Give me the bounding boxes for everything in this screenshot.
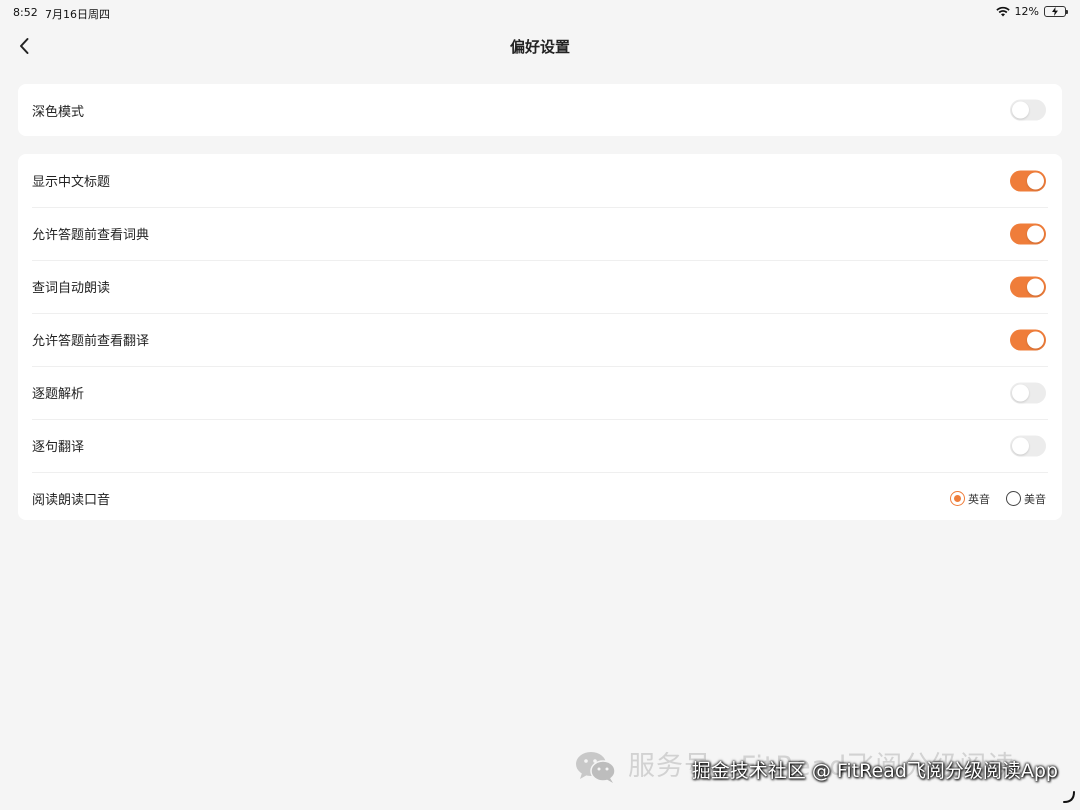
per-sentence-translation-toggle[interactable] — [1010, 435, 1046, 456]
per-question-analysis-toggle[interactable] — [1010, 382, 1046, 403]
setting-label: 逐句翻译 — [32, 440, 85, 455]
translation-before-answer-toggle[interactable] — [1010, 329, 1046, 350]
dark-mode-row: 深色模式 — [18, 84, 1062, 136]
setting-row-reading-accent: 阅读朗读口音 英音 美音 — [18, 472, 1062, 525]
status-bar: 8:52 7月16日周四 12% — [0, 0, 1080, 26]
charging-icon — [1052, 7, 1058, 16]
setting-row-show-chinese-title: 显示中文标题 — [18, 154, 1062, 207]
status-indicators: 12% — [995, 5, 1068, 18]
dictionary-before-answer-toggle[interactable] — [1010, 223, 1046, 244]
accent-option-american[interactable]: 美音 — [1006, 491, 1046, 507]
watermark-text: 服务号 · FitRead飞阅分级阅读 掘金技术社区 @ FitRead飞阅分级… — [628, 744, 1058, 790]
status-date: 7月16日周四 — [45, 8, 110, 21]
setting-label: 阅读朗读口音 — [32, 493, 111, 508]
battery-percent: 12% — [1014, 5, 1039, 18]
setting-label: 逐题解析 — [32, 387, 85, 402]
auto-pronounce-toggle[interactable] — [1010, 276, 1046, 297]
toggle-knob — [1012, 384, 1029, 401]
setting-row-translation-before-answer: 允许答题前查看翻译 — [18, 313, 1062, 366]
setting-label: 查词自动朗读 — [32, 281, 111, 296]
radio-button[interactable] — [1006, 491, 1021, 506]
reading-settings-card: 显示中文标题 允许答题前查看词典 查词自动朗读 允许答题前查看翻译 逐题解析 逐… — [18, 154, 1062, 520]
wifi-icon — [995, 6, 1010, 17]
nav-bar: 偏好设置 — [0, 26, 1080, 66]
setting-label: 允许答题前查看翻译 — [32, 334, 150, 349]
toggle-knob — [1012, 437, 1029, 454]
setting-label: 允许答题前查看词典 — [32, 228, 150, 243]
setting-row-per-question-analysis: 逐题解析 — [18, 366, 1062, 419]
toggle-knob — [1027, 331, 1044, 348]
corner-curve-icon — [1063, 791, 1075, 803]
radio-label: 美音 — [1024, 492, 1046, 506]
wechat-icon — [576, 752, 616, 783]
battery-icon — [1044, 6, 1068, 17]
status-time: 8:52 — [13, 6, 38, 19]
toggle-knob — [1027, 278, 1044, 295]
page-title: 偏好设置 — [509, 38, 570, 56]
show-chinese-title-toggle[interactable] — [1010, 170, 1046, 191]
toggle-knob — [1027, 172, 1044, 189]
watermark: 服务号 · FitRead飞阅分级阅读 掘金技术社区 @ FitRead飞阅分级… — [574, 744, 1058, 790]
setting-row-per-sentence-translation: 逐句翻译 — [18, 419, 1062, 472]
accent-radio-group: 英音 美音 — [950, 491, 1046, 507]
dark-mode-label: 深色模式 — [32, 104, 85, 120]
radio-label: 英音 — [968, 492, 990, 506]
setting-row-auto-pronounce: 查词自动朗读 — [18, 260, 1062, 313]
setting-row-dictionary-before-answer: 允许答题前查看词典 — [18, 207, 1062, 260]
radio-button[interactable] — [950, 491, 965, 506]
watermark-foreground-text: 掘金技术社区 @ FitRead飞阅分级阅读App — [691, 760, 1058, 782]
dark-mode-card: 深色模式 — [18, 84, 1062, 136]
toggle-knob — [1012, 101, 1029, 119]
accent-option-british[interactable]: 英音 — [950, 491, 990, 507]
toggle-knob — [1027, 225, 1044, 242]
dark-mode-toggle[interactable] — [1010, 99, 1046, 121]
setting-label: 显示中文标题 — [32, 175, 111, 190]
